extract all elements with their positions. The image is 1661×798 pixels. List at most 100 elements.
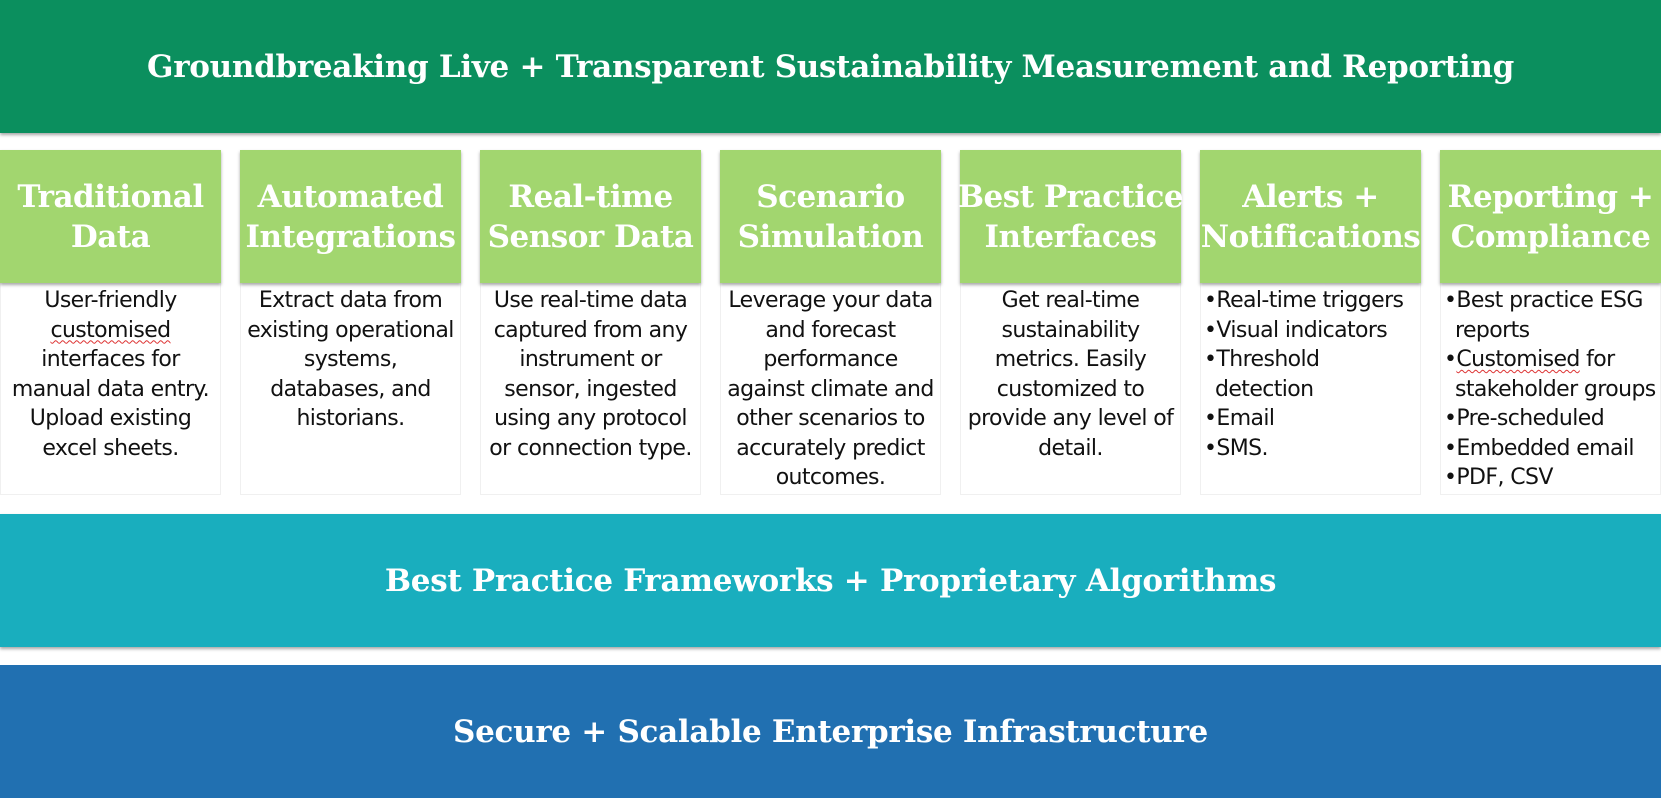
bullet-text: Embedded email xyxy=(1456,435,1634,461)
bullet-icon: • xyxy=(1444,347,1457,372)
description-line: manual data entry. xyxy=(11,376,210,402)
capability-column: Best Practice Interfaces Get real-time sust… xyxy=(957,150,1184,495)
description-line: and forecast xyxy=(765,317,896,343)
column-title-line: Scenario xyxy=(756,178,905,215)
capability-column: Automated Integrations Extract data from ex… xyxy=(240,150,461,495)
bullet-continuation: detection xyxy=(1215,376,1314,402)
description-line: Use real-time data xyxy=(493,288,688,313)
description-line: accurately predict xyxy=(736,435,925,461)
bullet-icon: • xyxy=(1444,288,1457,313)
infrastructure-band-title: Secure + Scalable Enterprise Infrastruct… xyxy=(453,713,1208,750)
bullet-item: •Email xyxy=(1204,404,1420,434)
bullet-text: Real-time triggers xyxy=(1216,288,1404,313)
capability-column: Alerts + Notifications •Real-time triggers… xyxy=(1200,150,1421,495)
bullet-continuation: stakeholder groups xyxy=(1455,376,1656,402)
bullet-icon: • xyxy=(1204,406,1217,431)
column-description: Get real-time sustainability metrics. Easi… xyxy=(960,283,1181,495)
bullet-text: Email xyxy=(1216,406,1275,431)
description-line: captured from any xyxy=(493,317,688,343)
description-line: databases, and xyxy=(270,376,431,402)
column-title-line: Sensor Data xyxy=(487,218,694,255)
bullet-icon: • xyxy=(1204,288,1217,313)
bullet-icon: • xyxy=(1204,317,1217,343)
column-header: Reporting + Compliance xyxy=(1440,150,1661,283)
bullet-continuation: reports xyxy=(1455,317,1530,343)
column-title-line: Reporting + xyxy=(1447,178,1654,215)
column-title-line: Alerts + xyxy=(1242,178,1379,215)
bullet-item: •SMS. xyxy=(1204,434,1420,464)
description-line: Get real-time xyxy=(1001,288,1140,313)
bullet-item: •Pre-scheduled xyxy=(1444,404,1660,434)
description-line: metrics. Easily xyxy=(994,347,1147,372)
bullet-item: •PDF, CSV xyxy=(1444,463,1660,493)
spellcheck-flagged-word: Customised xyxy=(1456,347,1580,372)
capability-column: Traditional Data User-friendly customised in… xyxy=(0,150,221,495)
column-title-line: Simulation xyxy=(737,218,924,255)
description-line: Extract data from xyxy=(258,288,443,313)
bullet-icon: • xyxy=(1204,347,1217,372)
bullet-item: •Threshold detection xyxy=(1204,345,1420,404)
column-header: Automated Integrations xyxy=(240,150,461,283)
frameworks-band-title: Best Practice Frameworks + Proprietary A… xyxy=(384,562,1277,599)
column-title-line: Real-time xyxy=(508,178,673,215)
column-title-line: Interfaces xyxy=(984,218,1157,255)
description-line: detail. xyxy=(1038,435,1103,461)
bullet-item: •Real-time triggers xyxy=(1204,286,1420,316)
column-header: Real-time Sensor Data xyxy=(480,150,701,283)
bullet-icon: • xyxy=(1204,435,1217,461)
column-header: Alerts + Notifications xyxy=(1200,150,1421,283)
column-title-line: Integrations xyxy=(245,218,456,255)
infrastructure-band: Secure + Scalable Enterprise Infrastruct… xyxy=(0,665,1661,798)
column-description: •Real-time triggers •Visual indicators •Th… xyxy=(1200,283,1421,495)
capability-column: Scenario Simulation Leverage your data and … xyxy=(720,150,941,495)
column-header: Traditional Data xyxy=(0,150,221,283)
frameworks-band: Best Practice Frameworks + Proprietary A… xyxy=(0,514,1661,647)
capability-column: Real-time Sensor Data Use real-time data ca… xyxy=(480,150,701,495)
description-line: User-friendly xyxy=(44,288,177,313)
description-line: excel sheets. xyxy=(42,435,179,461)
description-line: outcomes. xyxy=(775,465,886,490)
bullet-item: •Customised for stakeholder groups xyxy=(1444,345,1660,404)
column-description: Use real-time data captured from any instr… xyxy=(480,283,701,495)
bullet-icon: • xyxy=(1444,465,1457,490)
bullet-text: for xyxy=(1579,347,1615,372)
column-title-line: Traditional xyxy=(17,178,204,215)
bullet-text: Pre-scheduled xyxy=(1456,406,1605,431)
description-line: customized to xyxy=(996,376,1145,402)
column-title-line: Compliance xyxy=(1450,218,1651,255)
column-title-line: Best Practice xyxy=(957,178,1184,215)
bullet-item: •Visual indicators xyxy=(1204,316,1420,346)
description-line: sensor, ingested xyxy=(504,376,677,402)
description-line: performance xyxy=(763,347,898,372)
column-description: User-friendly customised interfaces for man… xyxy=(0,283,221,495)
top-band: Groundbreaking Live + Transparent Sustai… xyxy=(0,0,1661,133)
description-line: using any protocol xyxy=(494,406,687,431)
description-line: Upload existing xyxy=(29,406,192,431)
description-line: provide any level of xyxy=(967,406,1174,431)
column-description: •Best practice ESG reports •Customised for… xyxy=(1440,283,1661,495)
description-line: against climate and xyxy=(727,376,934,402)
description-line: instrument or xyxy=(519,347,662,372)
bullet-text: SMS. xyxy=(1216,435,1268,461)
bullet-icon: • xyxy=(1444,435,1457,461)
bullet-item: •Embedded email xyxy=(1444,434,1660,464)
description-line: or connection type. xyxy=(489,435,692,461)
bullet-item: •Best practice ESG reports xyxy=(1444,286,1660,345)
column-header: Best Practice Interfaces xyxy=(957,150,1184,283)
column-title-line: Notifications xyxy=(1200,218,1421,255)
top-band-title: Groundbreaking Live + Transparent Sustai… xyxy=(147,48,1514,85)
bullet-text: Threshold xyxy=(1216,347,1320,372)
column-description: Extract data from existing operational sys… xyxy=(240,283,461,495)
description-line: other scenarios to xyxy=(736,406,925,431)
description-line: Leverage your data xyxy=(728,288,933,313)
column-header: Scenario Simulation xyxy=(720,150,941,283)
column-title-line: Data xyxy=(70,218,151,255)
bullet-text: PDF, CSV xyxy=(1456,465,1553,490)
bullet-icon: • xyxy=(1444,406,1457,431)
description-line: existing operational xyxy=(247,317,454,343)
description-line: customised xyxy=(50,317,171,343)
column-description: Leverage your data and forecast performanc… xyxy=(720,283,941,495)
bullet-text: Best practice ESG xyxy=(1456,288,1643,313)
capability-column: Reporting + Compliance •Best practice ESG r… xyxy=(1440,150,1661,495)
description-line: sustainability xyxy=(1001,317,1140,343)
